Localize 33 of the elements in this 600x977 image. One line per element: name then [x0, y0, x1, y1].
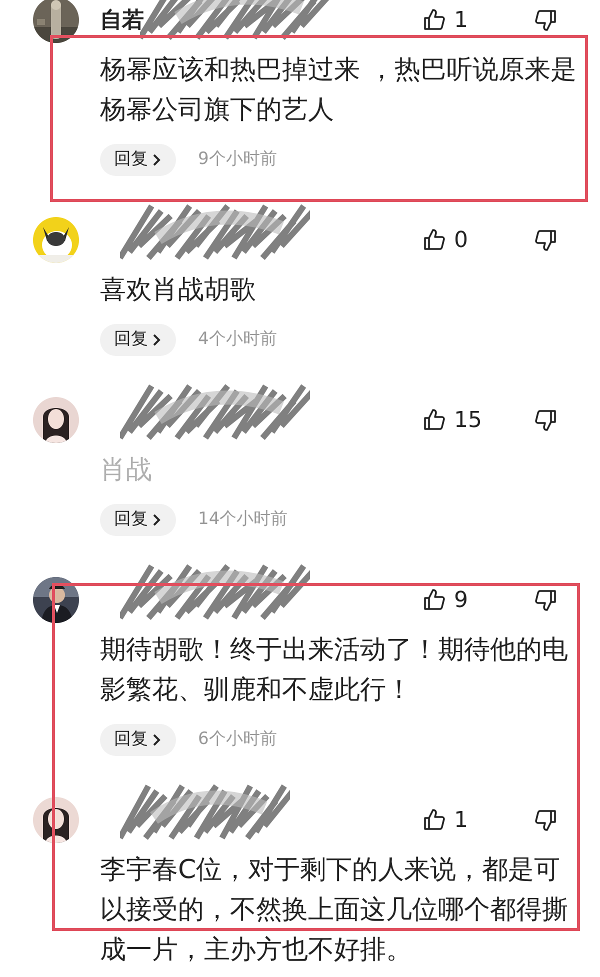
comment-text: 喜欢肖战胡歌: [100, 274, 257, 307]
like-count: 9: [454, 586, 468, 614]
comment-text: 杨幂应该和热巴掉过来 ，热巴听说原来是杨幂公司旗下的艺人: [100, 54, 578, 127]
thumbs-up-icon[interactable]: [422, 588, 446, 612]
thumbs-down-icon[interactable]: [534, 408, 558, 432]
comment-text: 期待胡歌！终于出来活动了！期待他的电影繁花、驯鹿和不虚此行！: [100, 634, 569, 707]
timestamp: 4个小时前: [198, 328, 277, 352]
like-count: 1: [454, 806, 468, 834]
timestamp: 14个小时前: [198, 508, 288, 532]
reply-button[interactable]: 回复: [100, 144, 176, 176]
thumbs-up-icon[interactable]: [422, 808, 446, 832]
like-count: 15: [454, 406, 482, 434]
thumbs-up-icon[interactable]: [422, 228, 446, 252]
timestamp: 6个小时前: [198, 728, 277, 752]
comment-text: 李宇春C位，对于剩下的人来说，都是可以接受的，不然换上面这几位哪个都得撕成一片，主办方也不好排。: [100, 854, 569, 967]
thumbs-up-icon[interactable]: [422, 8, 446, 32]
thumbs-down-icon[interactable]: [534, 8, 558, 32]
chevron-icon: [152, 153, 162, 167]
thumbs-up-icon[interactable]: [422, 408, 446, 432]
reply-button[interactable]: 回复: [100, 324, 176, 356]
chevron-icon: [152, 513, 162, 527]
chevron-icon: [152, 333, 162, 347]
like-count: 1: [454, 6, 468, 34]
thumbs-down-icon[interactable]: [534, 808, 558, 832]
like-count: 0: [454, 226, 468, 254]
timestamp: 9个小时前: [198, 148, 277, 172]
reply-button[interactable]: 回复: [100, 504, 176, 536]
thumbs-down-icon[interactable]: [534, 228, 558, 252]
comment-text: 肖战: [100, 454, 153, 487]
chevron-icon: [152, 733, 162, 747]
user-name[interactable]: 自若: [100, 8, 144, 32]
thumbs-down-icon[interactable]: [534, 588, 558, 612]
reply-button[interactable]: 回复: [100, 724, 176, 756]
